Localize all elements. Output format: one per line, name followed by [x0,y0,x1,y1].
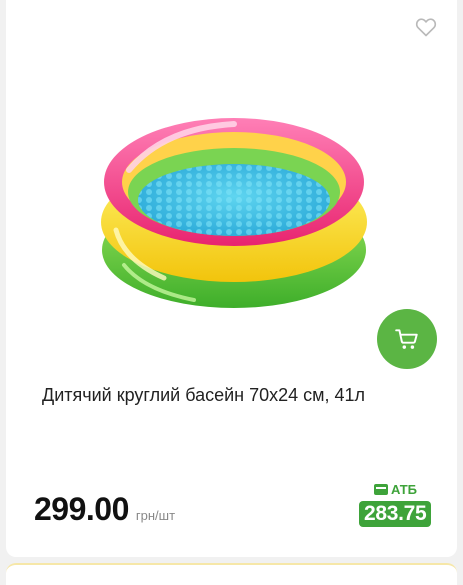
favorite-heart-icon[interactable] [414,15,438,39]
product-card[interactable]: Дитячий круглий басейн 70х24 см, 41л 299… [6,0,457,557]
price-value: 299.00 [34,491,129,527]
next-product-card[interactable] [6,563,457,585]
add-to-cart-button[interactable] [377,309,437,369]
atb-label: АТБ [391,482,418,497]
shopping-cart-icon [395,329,418,349]
product-title[interactable]: Дитячий круглий басейн 70х24 см, 41л [42,383,442,407]
atb-card-label: АТБ [374,482,417,497]
price-unit: грн/шт [135,508,176,523]
price-block: 299.00 грн/шт [34,491,175,528]
card-icon [374,484,388,495]
atb-price-badge: 283.75 [359,501,432,527]
product-image[interactable] [94,100,374,320]
